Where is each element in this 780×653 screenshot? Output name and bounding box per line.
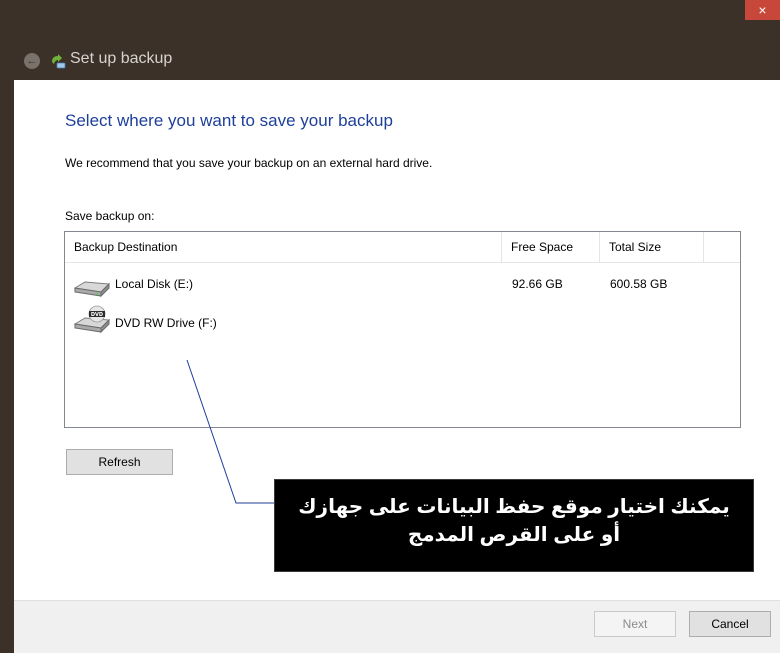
cancel-button[interactable]: Cancel — [689, 611, 771, 637]
annotation-line-1: يمكنك اختيار موقع حفظ البيانات على جهازك — [298, 496, 730, 518]
annotation-line-2: أو على القرص المدمج — [407, 524, 621, 546]
arabic-annotation-box: يمكنك اختيار موقع حفظ البيانات على جهازك… — [274, 479, 754, 572]
next-button[interactable]: Next — [594, 611, 676, 637]
